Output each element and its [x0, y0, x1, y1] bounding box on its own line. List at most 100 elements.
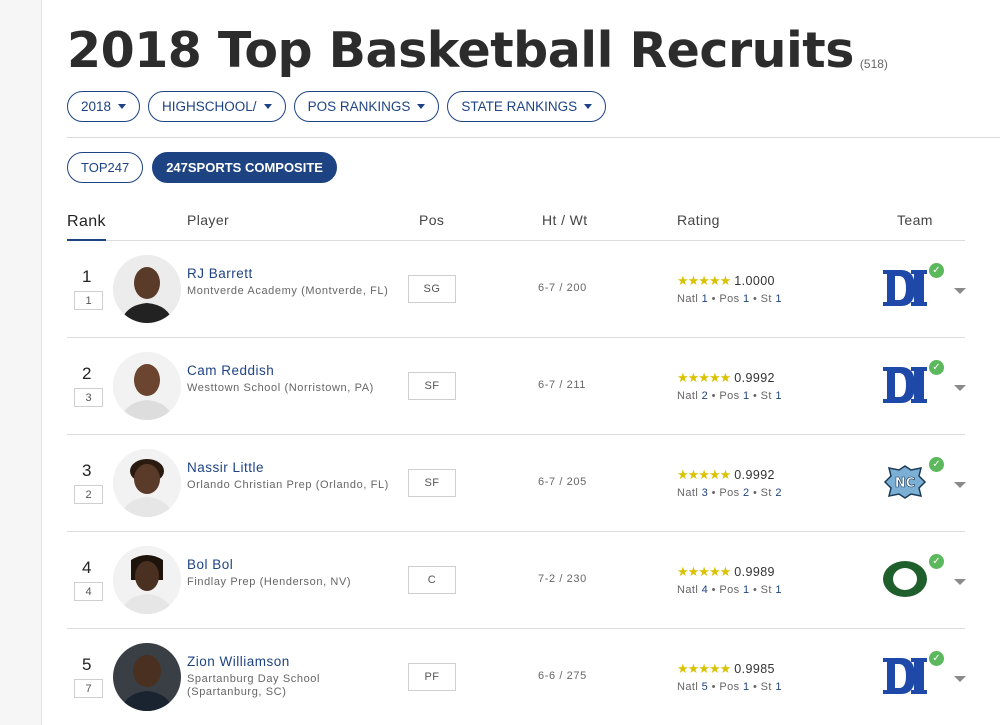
sub-rankings: Natl 4 • Pos 1 • St 1: [677, 584, 782, 596]
sub-rank-badge: 1: [74, 291, 103, 310]
oregon-logo-icon[interactable]: [881, 555, 929, 603]
star-rating-icon: ★★★★★: [677, 370, 731, 385]
recruit-count: (518): [859, 57, 888, 71]
star-rating-icon: ★★★★★: [677, 273, 731, 288]
pos-rankings-dropdown[interactable]: POS RANKINGS: [293, 91, 440, 122]
duke-logo-icon[interactable]: [881, 264, 929, 312]
rating: ★★★★★ 0.9985 Natl 5 • Pos 1 • St 1: [677, 661, 782, 693]
state-rankings-dropdown[interactable]: STATE RANKINGS: [447, 91, 607, 122]
expand-row-icon[interactable]: [954, 385, 966, 391]
left-rail: [0, 0, 42, 725]
rank-number: 3: [82, 461, 92, 480]
player-name-link[interactable]: Bol Bol: [187, 557, 233, 572]
page-title: 2018 Top Basketball Recruits: [67, 22, 854, 79]
player-school: Spartanburg Day School (Spartanburg, SC): [187, 673, 321, 698]
filter-bar: 2018 HIGHSCHOOL/ POS RANKINGS STATE RANK…: [67, 91, 607, 122]
position-badge: SF: [408, 372, 456, 400]
column-rating: Rating: [677, 212, 720, 228]
sub-rankings: Natl 2 • Pos 1 • St 1: [677, 390, 782, 402]
caret-down-icon: [263, 104, 272, 109]
avatar[interactable]: [113, 352, 181, 420]
position-badge: SG: [408, 275, 456, 303]
top247-button[interactable]: TOP247: [67, 152, 144, 183]
rank-number: 2: [82, 364, 92, 383]
table-row: 2 3 Cam Reddish Westtown School (Norrist…: [67, 338, 966, 435]
sub-rank-badge: 2: [74, 485, 103, 504]
player-school: Findlay Prep (Henderson, NV): [187, 576, 352, 588]
table-row: 5 7 Zion Williamson Spartanburg Day Scho…: [67, 629, 966, 725]
height-weight: 6-7 / 205: [538, 476, 587, 488]
committed-check-icon: ✓: [929, 263, 944, 278]
title-row: 2018 Top Basketball Recruits (518): [67, 22, 888, 80]
duke-logo-icon[interactable]: [881, 652, 929, 700]
column-rank[interactable]: Rank: [67, 213, 106, 241]
star-rating-icon: ★★★★★: [677, 564, 731, 579]
rating: ★★★★★ 0.9992 Natl 2 • Pos 1 • St 1: [677, 370, 782, 402]
caret-down-icon: [584, 104, 593, 109]
player-name-link[interactable]: Zion Williamson: [187, 654, 290, 669]
pos-rankings-label: POS RANKINGS: [307, 99, 411, 114]
column-team: Team: [897, 212, 933, 228]
ranking-source-toggle: TOP247 247SPORTS COMPOSITE: [67, 152, 337, 183]
sub-rank-badge: 4: [74, 582, 103, 601]
table-row: 4 4 Bol Bol Findlay Prep (Henderson, NV)…: [67, 532, 966, 629]
avatar[interactable]: [113, 643, 181, 711]
player-name-link[interactable]: RJ Barrett: [187, 266, 253, 281]
player-name-link[interactable]: Nassir Little: [187, 460, 264, 475]
rating-score: 0.9992: [734, 468, 775, 482]
expand-row-icon[interactable]: [954, 482, 966, 488]
rating-score: 0.9992: [734, 371, 775, 385]
year-dropdown-label: 2018: [81, 99, 112, 114]
player-school: Montverde Academy (Montverde, FL): [187, 285, 389, 297]
duke-logo-icon[interactable]: [881, 361, 929, 409]
level-dropdown-label: HIGHSCHOOL/: [162, 99, 257, 114]
caret-down-icon: [118, 104, 127, 109]
avatar[interactable]: [113, 255, 181, 323]
main-content: 2018 Top Basketball Recruits (518) 2018 …: [67, 0, 1000, 725]
expand-row-icon[interactable]: [954, 579, 966, 585]
unc-logo-icon[interactable]: NC: [881, 458, 929, 506]
height-weight: 6-6 / 275: [538, 670, 587, 682]
column-player: Player: [187, 212, 230, 228]
position-badge: C: [408, 566, 456, 594]
caret-down-icon: [417, 104, 426, 109]
committed-check-icon: ✓: [929, 360, 944, 375]
avatar[interactable]: [113, 546, 181, 614]
composite-button[interactable]: 247SPORTS COMPOSITE: [152, 152, 337, 183]
rating-score: 1.0000: [734, 274, 775, 288]
rating-score: 0.9985: [734, 662, 775, 676]
divider: [67, 137, 1000, 138]
state-rankings-label: STATE RANKINGS: [461, 99, 578, 114]
star-rating-icon: ★★★★★: [677, 467, 731, 482]
position-badge: SF: [408, 469, 456, 497]
table-row: 1 1 RJ Barrett Montverde Academy (Montve…: [67, 241, 966, 338]
rank-number: 5: [82, 655, 92, 674]
recruit-list: 1 1 RJ Barrett Montverde Academy (Montve…: [67, 241, 966, 725]
sub-rankings: Natl 1 • Pos 1 • St 1: [677, 293, 782, 305]
rating-score: 0.9989: [734, 565, 775, 579]
height-weight: 7-2 / 230: [538, 573, 587, 585]
position-badge: PF: [408, 663, 456, 691]
sub-rankings: Natl 3 • Pos 2 • St 2: [677, 487, 782, 499]
committed-check-icon: ✓: [929, 554, 944, 569]
height-weight: 6-7 / 211: [538, 379, 587, 391]
rank-number: 4: [82, 558, 92, 577]
year-dropdown[interactable]: 2018: [67, 91, 141, 122]
table-header: Rank Player Pos Ht / Wt Rating Team: [67, 210, 965, 241]
column-pos: Pos: [419, 212, 445, 228]
rating: ★★★★★ 0.9989 Natl 4 • Pos 1 • St 1: [677, 564, 782, 596]
table-row: 3 2 Nassir Little Orlando Christian Prep…: [67, 435, 966, 532]
avatar[interactable]: [113, 449, 181, 517]
svg-text:NC: NC: [895, 476, 915, 491]
column-htwt: Ht / Wt: [542, 212, 588, 228]
committed-check-icon: ✓: [929, 457, 944, 472]
expand-row-icon[interactable]: [954, 676, 966, 682]
level-dropdown[interactable]: HIGHSCHOOL/: [148, 91, 286, 122]
sub-rank-badge: 7: [74, 679, 103, 698]
sub-rank-badge: 3: [74, 388, 103, 407]
player-school: Orlando Christian Prep (Orlando, FL): [187, 479, 389, 491]
rating: ★★★★★ 1.0000 Natl 1 • Pos 1 • St 1: [677, 273, 782, 305]
rank-number: 1: [82, 267, 92, 286]
player-name-link[interactable]: Cam Reddish: [187, 363, 274, 378]
expand-row-icon[interactable]: [954, 288, 966, 294]
